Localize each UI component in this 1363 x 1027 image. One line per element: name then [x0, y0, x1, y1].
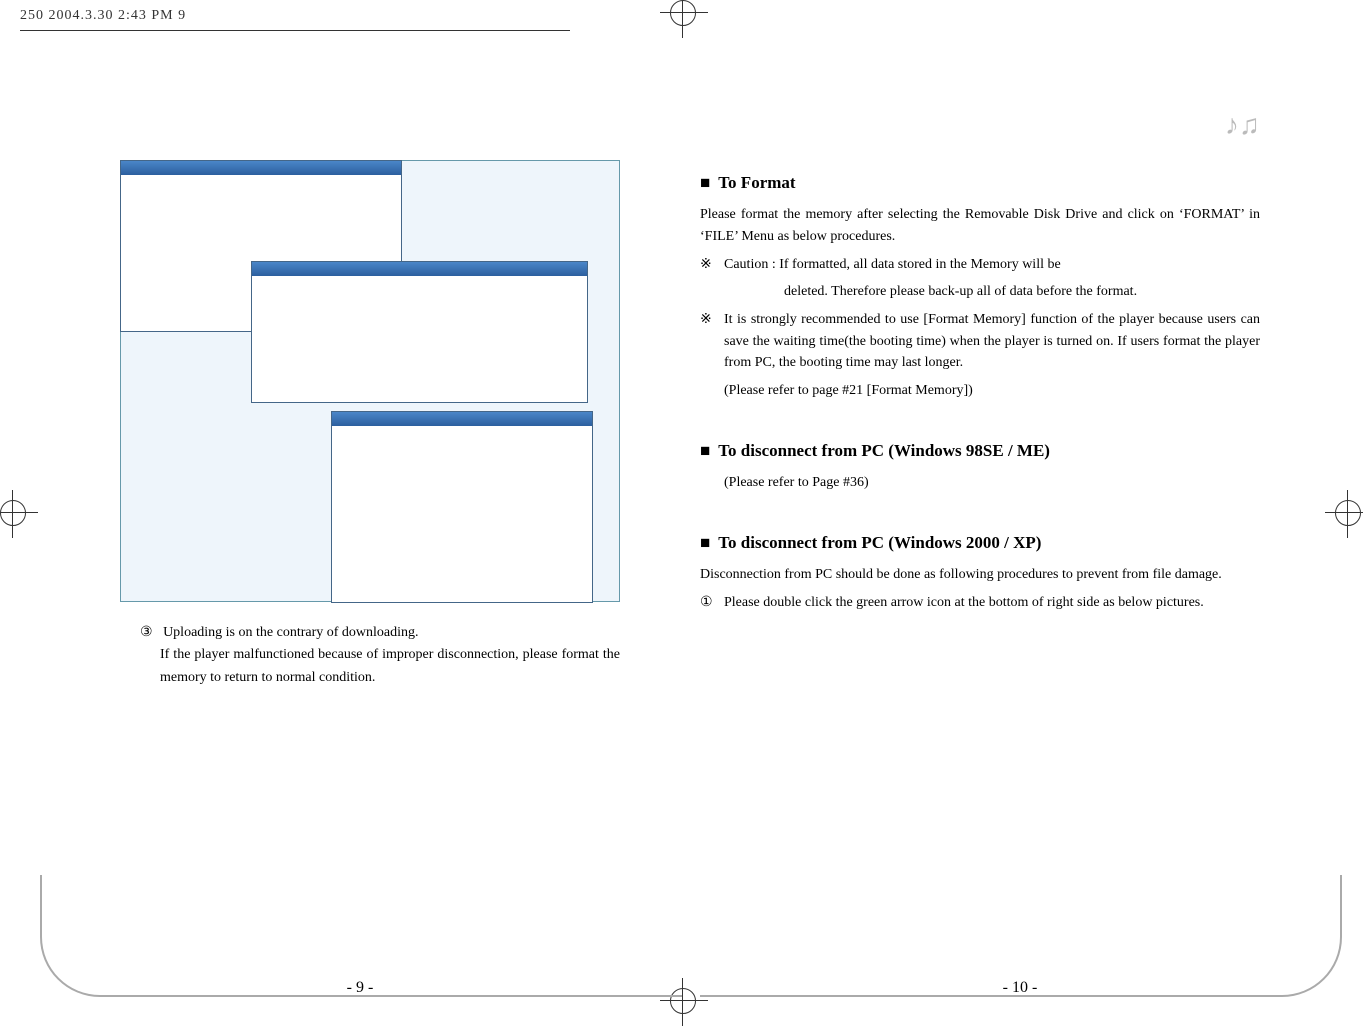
page-10: ♪♫ To Format Please format the memory af…	[700, 40, 1340, 920]
windows-explorer-screenshot	[120, 160, 620, 602]
right-page-body: To Format Please format the memory after…	[700, 170, 1260, 614]
heading-disconnect-98se: To disconnect from PC (Windows 98SE / ME…	[700, 438, 1260, 464]
format-memory-ref: (Please refer to page #21 [Format Memory…	[724, 380, 1260, 402]
heading-to-format: To Format	[700, 170, 1260, 196]
registration-mark-left	[0, 490, 38, 538]
format-intro: Please format the memory after selecting…	[700, 204, 1260, 247]
caution-text-line2: deleted. Therefore please back-up all of…	[784, 281, 1260, 303]
disconnect-step-1: ① Please double click the green arrow ic…	[700, 592, 1260, 614]
malfunction-note: If the player malfunctioned because of i…	[160, 644, 620, 689]
music-notes-icon: ♪♫	[1225, 110, 1260, 142]
step-1-text: Please double click the green arrow icon…	[724, 592, 1260, 614]
heading-disconnect-2000xp: To disconnect from PC (Windows 2000 / XP…	[700, 530, 1260, 556]
header-rule	[20, 30, 570, 31]
note-mark-icon-2: ※	[700, 309, 724, 374]
explorer-window-2	[251, 261, 588, 403]
recommendation-note: ※ It is strongly recommended to use [For…	[700, 309, 1260, 374]
recommendation-text: It is strongly recommended to use [Forma…	[724, 309, 1260, 374]
list-marker: ③	[140, 625, 153, 640]
caution-text-line1: Caution : If formatted, all data stored …	[724, 254, 1260, 276]
left-page-body: ③ Uploading is on the contrary of downlo…	[140, 622, 620, 689]
explorer-window-3	[331, 411, 593, 603]
note-mark-icon: ※	[700, 254, 724, 276]
disconnect-intro: Disconnection from PC should be done as …	[700, 564, 1260, 586]
step-marker-1: ①	[700, 592, 724, 614]
page-number-10: - 10 -	[700, 979, 1340, 997]
disconnect-98se-ref: (Please refer to Page #36)	[724, 472, 1260, 494]
caution-note: ※ Caution : If formatted, all data store…	[700, 254, 1260, 276]
page-9: ③ Uploading is on the contrary of downlo…	[40, 40, 680, 920]
uploading-note: Uploading is on the contrary of download…	[163, 625, 418, 640]
page-number-9: - 9 -	[40, 979, 680, 997]
header-text: 250 2004.3.30 2:43 PM 9	[20, 8, 186, 24]
registration-mark-top	[660, 0, 708, 38]
